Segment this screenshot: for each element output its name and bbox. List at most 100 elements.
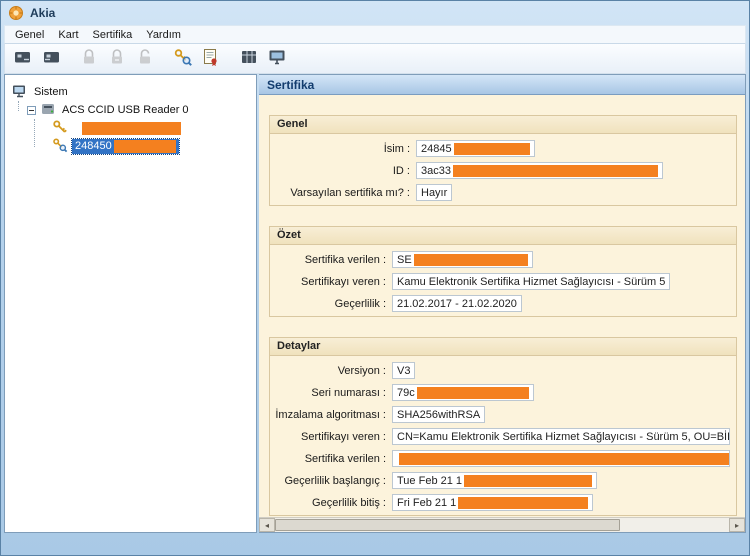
pin-change-button[interactable] [104,46,130,72]
field-text: Kamu Elektronik Sertifika Hizmet Sağlayı… [397,276,665,288]
field-value-issuer-dn[interactable]: CN=Kamu Elektronik Sertifika Hizmet Sağl… [392,428,730,445]
menu-sertifika[interactable]: Sertifika [86,28,140,42]
details-panel-header: Sertifika [259,75,745,95]
section-title: Detaylar [270,338,736,356]
section-title: Genel [270,116,736,134]
app-icon [8,5,24,21]
computer-icon [12,83,28,102]
field-value-signature-algorithm[interactable]: SHA256withRSA [392,406,485,423]
field-text: 21.02.2017 - 21.02.2020 [397,298,517,310]
card-reader-icon [40,101,56,120]
certificate-export-button[interactable] [264,46,290,72]
field-row: Sertifikayı veren : Kamu Elektronik Sert… [270,273,730,290]
field-label: Geçerlilik başlangıç : [270,475,392,487]
field-value-issuer[interactable]: Kamu Elektronik Sertifika Hizmet Sağlayı… [392,273,670,290]
field-row: İsim : 24845 [270,140,730,157]
main-area: Sistem ACS CCID USB Reader 0 248450 [4,74,746,533]
field-row: Sertifika verilen : [270,450,730,467]
field-label: Versiyon : [270,365,392,377]
field-text: CN=Kamu Elektronik Sertifika Hizmet Sağl… [397,431,730,443]
field-label: İmzalama algoritması : [270,409,392,421]
scroll-left-button[interactable]: ◂ [259,518,275,532]
field-row: Versiyon : V3 [270,362,730,379]
field-value-issued-to[interactable]: SE [392,251,533,268]
toolbar [4,44,746,74]
field-text: 24845 [421,143,452,155]
field-value-serial[interactable]: 79c [392,384,534,401]
field-label: Geçerlilik bitiş : [270,497,392,509]
field-value-valid-until[interactable]: Fri Feb 21 1 [392,494,593,511]
tree-node-certificate-selected[interactable]: 248450 [52,137,256,155]
field-text: SHA256withRSA [397,409,480,421]
tree-connector-line [18,101,19,111]
tree-node-reader[interactable]: ACS CCID USB Reader 0 [27,101,256,119]
certificate-import-button[interactable] [236,46,262,72]
pin-change-lock-icon [107,47,127,70]
certificate-icon [201,47,221,70]
pin-verify-lock-icon [79,47,99,70]
menu-yardim[interactable]: Yardım [139,28,188,42]
pin-unlock-lock-icon [135,47,155,70]
scrollbar-thumb[interactable] [275,519,620,531]
field-value-version[interactable]: V3 [392,362,415,379]
tree-connector-line [34,119,35,147]
field-value-subject-dn[interactable] [392,450,730,467]
section-genel: Genel İsim : 24845 ID : 3ac3 [269,115,737,206]
collapse-toggle-icon[interactable] [27,106,36,115]
details-panel-title: Sertifika [267,78,314,92]
details-body: Genel İsim : 24845 ID : 3ac3 [259,95,745,517]
reader-disconnect-button[interactable] [38,46,64,72]
field-value-isim[interactable]: 24845 [416,140,535,157]
redaction-block [454,143,530,155]
certificate-details-panel: Sertifika Genel İsim : 24845 [259,74,746,533]
tree-node-label: Sistem [32,85,70,99]
reader-connect-button[interactable] [10,46,36,72]
tree-node-certificate[interactable] [52,119,256,137]
section-ozet: Özet Sertifika verilen : SE Sertifikayı … [269,226,737,317]
field-text: 3ac33 [421,165,451,177]
section-title: Özet [270,227,736,245]
menu-bar: Genel Kart Sertifika Yardım [4,25,746,44]
field-value-id[interactable]: 3ac33 [416,162,663,179]
menu-genel[interactable]: Genel [8,28,51,42]
field-value-default-cert[interactable]: Hayır [416,184,452,201]
field-row: Sertifikayı veren : CN=Kamu Elektronik S… [270,428,730,445]
redaction-block [417,387,529,399]
field-label: ID : [270,165,416,177]
tree-node-label: ACS CCID USB Reader 0 [60,103,191,117]
field-row: ID : 3ac33 [270,162,730,179]
field-value-valid-from[interactable]: Tue Feb 21 1 [392,472,597,489]
pin-unlock-button[interactable] [132,46,158,72]
field-text: SE [397,254,412,266]
field-row: Geçerlilik bitiş : Fri Feb 21 1 [270,494,730,511]
scrollbar-track[interactable] [275,518,729,532]
certificate-view-button[interactable] [198,46,224,72]
tree-children: 248450 [52,119,256,155]
field-row: Geçerlilik başlangıç : Tue Feb 21 1 [270,472,730,489]
horizontal-scrollbar[interactable]: ◂ ▸ [259,517,745,532]
field-value-validity[interactable]: 21.02.2017 - 21.02.2020 [392,295,522,312]
pin-verify-button[interactable] [76,46,102,72]
application-window: Akia Genel Kart Sertifika Yardım [0,0,750,556]
field-label: Sertifika verilen : [270,254,392,266]
section-detaylar: Detaylar Versiyon : V3 Seri numarası : 7… [269,337,737,516]
reader-disconnect-icon [41,47,61,70]
field-row: Geçerlilik : 21.02.2017 - 21.02.2020 [270,295,730,312]
redaction-block [82,122,181,135]
tree-node-label: 248450 [75,140,112,152]
device-tree-panel: Sistem ACS CCID USB Reader 0 248450 [4,74,257,533]
redaction-block [458,497,588,509]
field-text: Fri Feb 21 1 [397,497,456,509]
field-label: Varsayılan sertifika mı? : [270,187,416,199]
scroll-right-button[interactable]: ▸ [729,518,745,532]
field-text: 79c [397,387,415,399]
tree-node-system[interactable]: Sistem [12,83,256,101]
title-bar: Akia [4,1,746,25]
tree-node-label [72,127,76,129]
field-label: Seri numarası : [270,387,392,399]
field-label: Geçerlilik : [270,298,392,310]
certificate-search-button[interactable] [170,46,196,72]
field-label: Sertifikayı veren : [270,431,392,443]
menu-kart[interactable]: Kart [51,28,85,42]
field-row: Sertifika verilen : SE [270,251,730,268]
